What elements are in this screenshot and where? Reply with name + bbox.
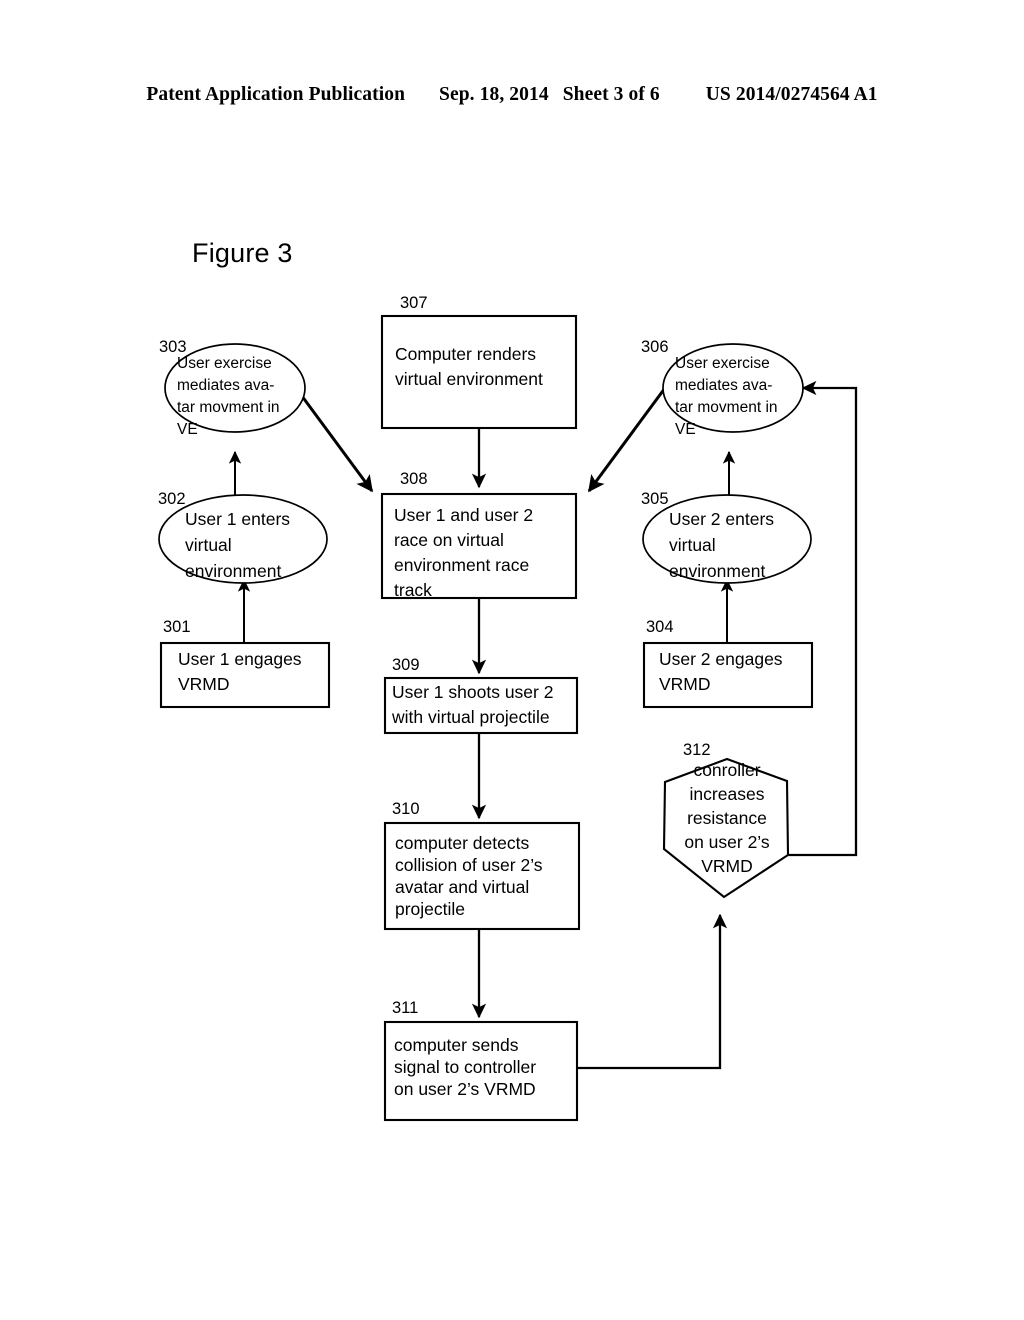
- node-310-line-0: computer detects: [395, 833, 529, 853]
- node-311-line-2: on user 2’s VRMD: [394, 1079, 536, 1099]
- node-310-line-2: avatar and virtual: [395, 877, 529, 897]
- node-308[interactable]: 308 User 1 and user 2 race on virtual en…: [380, 470, 578, 600]
- node-304-line-1: VRMD: [659, 674, 711, 694]
- node-310-line-3: projectile: [395, 899, 465, 919]
- node-306-line-1: mediates ava-: [675, 377, 772, 394]
- node-304-line-0: User 2 engages: [659, 649, 783, 669]
- node-310[interactable]: 310 computer detects collision of user 2…: [383, 800, 581, 931]
- node-308-line-2: environment race: [394, 555, 529, 575]
- connector-312-to-306: [788, 380, 858, 857]
- node-309[interactable]: 309 User 1 shoots user 2 with virtual pr…: [383, 656, 579, 735]
- node-303-ref: 303: [159, 338, 187, 356]
- node-307[interactable]: 307 Computer renders virtual environment: [380, 294, 578, 430]
- flowchart-diagram: 303 User exercise mediates ava- tar movm…: [158, 294, 858, 1122]
- node-305-line-2: environment: [669, 561, 765, 581]
- node-303-line-1: mediates ava-: [177, 377, 274, 394]
- node-310-ref: 310: [392, 800, 420, 818]
- node-308-line-1: race on virtual: [394, 530, 504, 550]
- node-308-line-3: track: [394, 580, 432, 600]
- node-302-ref: 302: [158, 490, 186, 508]
- node-309-line-1: with virtual projectile: [391, 707, 550, 727]
- node-306-ref: 306: [641, 338, 669, 356]
- node-312-line-4: VRMD: [701, 856, 753, 876]
- connector-306-to-308: [587, 387, 667, 493]
- node-309-ref: 309: [392, 656, 420, 674]
- node-303-line-0: User exercise: [177, 355, 272, 372]
- patent-drawing-page: Patent Application Publication Sep. 18, …: [0, 0, 1024, 1320]
- node-311-line-1: signal to controller: [394, 1057, 536, 1077]
- node-302-line-0: User 1 enters: [185, 509, 290, 529]
- node-311-line-0: computer sends: [394, 1035, 519, 1055]
- node-309-line-0: User 1 shoots user 2: [392, 682, 553, 702]
- node-312[interactable]: 312 conroller increases resistance on us…: [662, 741, 790, 899]
- node-301-ref: 301: [163, 618, 191, 636]
- node-301-line-1: VRMD: [178, 674, 230, 694]
- node-307-ref: 307: [400, 294, 428, 312]
- node-304-ref: 304: [646, 618, 674, 636]
- node-305-ref: 305: [641, 490, 669, 508]
- node-312-ref: 312: [683, 741, 711, 759]
- node-303[interactable]: 303 User exercise mediates ava- tar movm…: [159, 338, 306, 438]
- node-305[interactable]: 305 User 2 enters virtual environment: [641, 490, 812, 584]
- node-312-line-2: resistance: [687, 808, 767, 828]
- node-311-ref: 311: [392, 999, 418, 1017]
- node-303-line-3: VE: [177, 421, 198, 438]
- node-312-line-0: conroller: [693, 760, 760, 780]
- node-301-line-0: User 1 engages: [178, 649, 302, 669]
- node-308-line-0: User 1 and user 2: [394, 505, 533, 525]
- node-302-line-2: environment: [185, 561, 281, 581]
- node-305-line-1: virtual: [669, 535, 716, 555]
- node-308-ref: 308: [400, 470, 428, 488]
- node-311[interactable]: 311 computer sends signal to controller …: [383, 999, 579, 1122]
- node-306-line-2: tar movment in: [675, 399, 778, 416]
- node-310-line-1: collision of user 2’s: [395, 855, 543, 875]
- node-305-line-0: User 2 enters: [669, 509, 774, 529]
- node-306[interactable]: 306 User exercise mediates ava- tar movm…: [641, 338, 804, 438]
- node-302-line-1: virtual: [185, 535, 232, 555]
- node-307-line-0: Computer renders: [395, 344, 536, 364]
- node-306-line-0: User exercise: [675, 355, 770, 372]
- node-303-line-2: tar movment in: [177, 399, 280, 416]
- node-306-line-3: VE: [675, 421, 696, 438]
- node-307-line-1: virtual environment: [395, 369, 543, 389]
- connector-303-to-308: [294, 387, 374, 493]
- node-312-line-1: increases: [690, 784, 765, 804]
- node-312-line-3: on user 2’s: [684, 832, 770, 852]
- connector-311-to-312: [578, 913, 728, 1070]
- node-302[interactable]: 302 User 1 enters virtual environment: [158, 490, 328, 584]
